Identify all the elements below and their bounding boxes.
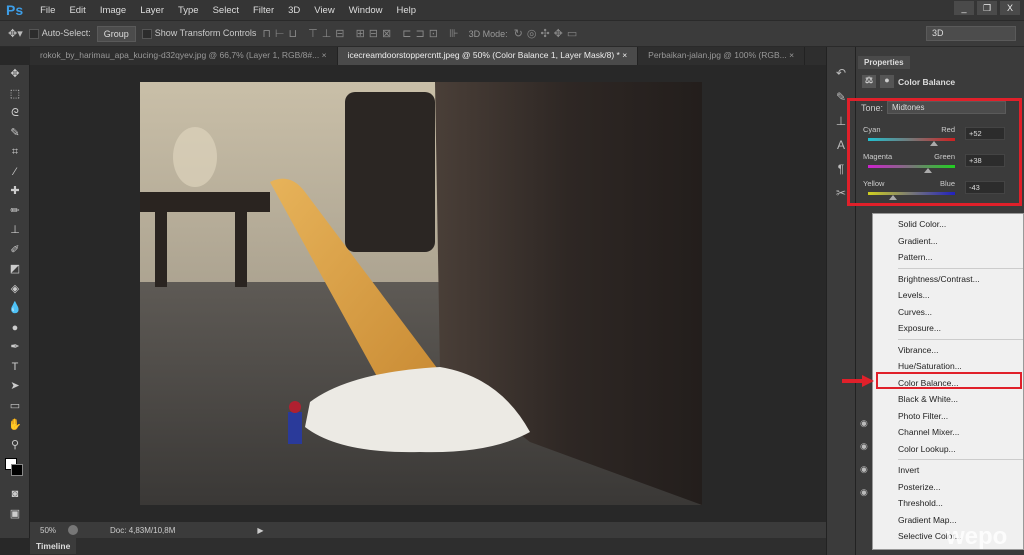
layer-visibility-eye-icon[interactable]: ◉: [860, 441, 868, 452]
marquee-tool-icon[interactable]: ⬚: [0, 85, 30, 105]
menu-file[interactable]: File: [33, 5, 62, 16]
menu-item-threshold[interactable]: Threshold...: [873, 495, 1023, 512]
show-transform-checkbox[interactable]: Show Transform Controls: [141, 28, 256, 39]
menu-item-vibrance[interactable]: Vibrance...: [873, 342, 1023, 359]
stamp-tool-icon[interactable]: ⊥: [0, 221, 30, 241]
menu-filter[interactable]: Filter: [246, 5, 281, 16]
layer-visibility-eye-icon[interactable]: ◉: [860, 418, 868, 429]
timeline-panel: Timeline: [30, 538, 826, 555]
blur-tool-icon[interactable]: 💧: [0, 299, 30, 319]
photoshop-logo: Ps: [6, 2, 24, 18]
type-tool-icon[interactable]: T: [0, 358, 30, 378]
workspace-dropdown[interactable]: 3D: [926, 26, 1016, 41]
brush-tool-icon[interactable]: ✏: [0, 202, 30, 222]
document-image[interactable]: [140, 82, 702, 505]
menu-edit[interactable]: Edit: [62, 5, 92, 16]
adjustment-header: ⚖ ● Color Balance: [862, 73, 1022, 90]
layer-mask-icon[interactable]: ●: [880, 75, 894, 88]
menu-separator: [898, 267, 1023, 269]
paint-bucket-icon[interactable]: ◈: [0, 280, 30, 300]
menu-item-posterize[interactable]: Posterize...: [873, 479, 1023, 496]
watermark-logo: wepo: [946, 523, 1008, 550]
red-arrow-icon: [842, 375, 874, 387]
menu-image[interactable]: Image: [93, 5, 133, 16]
align-icons[interactable]: ⊓⊢⊔ ⊤⊥⊟ ⊞⊟⊠ ⊏⊐⊡ ⊪: [262, 27, 462, 40]
menu-item-invert[interactable]: Invert: [873, 462, 1023, 479]
status-menu-arrow[interactable]: ▶: [257, 526, 263, 535]
menu-item-solid-color[interactable]: Solid Color...: [873, 216, 1023, 233]
quick-mask-icon[interactable]: ◙: [0, 485, 30, 505]
pen-tool-icon[interactable]: ✒: [0, 338, 30, 358]
lasso-tool-icon[interactable]: ᘓ: [0, 104, 30, 124]
menu-separator: [898, 338, 1023, 340]
3d-mode-icons[interactable]: ↻◎✣✥▭: [514, 27, 582, 40]
layer-visibility-eye-icon[interactable]: ◉: [860, 464, 868, 475]
move-tool-icon[interactable]: ✥: [0, 65, 30, 85]
adjustment-title: Color Balance: [898, 76, 956, 87]
eyedropper-tool-icon[interactable]: ⁄: [0, 163, 30, 183]
properties-tab[interactable]: Properties: [858, 56, 910, 69]
menu-3d[interactable]: 3D: [281, 5, 307, 16]
menu-view[interactable]: View: [307, 5, 341, 16]
menu-item-exposure[interactable]: Exposure...: [873, 320, 1023, 337]
close-tab-icon[interactable]: ×: [322, 50, 327, 60]
menu-item-brightness-contrast[interactable]: Brightness/Contrast...: [873, 271, 1023, 288]
color-swatches[interactable]: [0, 455, 30, 485]
minimize-button[interactable]: _: [954, 1, 974, 15]
close-tab-icon[interactable]: ×: [789, 50, 794, 60]
menu-item-pattern[interactable]: Pattern...: [873, 249, 1023, 266]
menu-select[interactable]: Select: [206, 5, 246, 16]
menu-item-gradient[interactable]: Gradient...: [873, 233, 1023, 250]
eraser-tool-icon[interactable]: ◩: [0, 260, 30, 280]
zoom-tool-icon[interactable]: ⚲: [0, 436, 30, 456]
menu-bar: Ps File Edit Image Layer Type Select Filter 3D V…: [0, 0, 1024, 20]
auto-select-checkbox[interactable]: Auto-Select:: [28, 28, 91, 39]
timeline-tab[interactable]: Timeline: [30, 538, 77, 554]
shape-tool-icon[interactable]: ▭: [0, 397, 30, 417]
healing-tool-icon[interactable]: ✚: [0, 182, 30, 202]
tab-icecream[interactable]: icecreamdoorstoppercntt.jpeg @ 50% (Colo…: [337, 47, 639, 65]
auto-select-dropdown[interactable]: Group: [96, 25, 136, 42]
status-bar: 50% Doc: 4,83M/10,8M ▶: [30, 522, 826, 538]
menu-item-levels[interactable]: Levels...: [873, 287, 1023, 304]
menu-item-photo-filter[interactable]: Photo Filter...: [873, 408, 1023, 425]
highlight-box-menu-item: [876, 372, 1022, 389]
close-button[interactable]: X: [1000, 1, 1020, 15]
screen-mode-icon[interactable]: ▣: [0, 505, 30, 525]
menu-window[interactable]: Window: [342, 5, 390, 16]
quick-select-tool-icon[interactable]: ✎: [0, 124, 30, 144]
doc-size: Doc: 4,83M/10,8M: [110, 525, 176, 535]
crop-tool-icon[interactable]: ⌗: [0, 143, 30, 163]
document-tabs: rokok_by_harimau_apa_kucing-d32qyev.jpg …: [30, 47, 826, 65]
menu-item-channel-mixer[interactable]: Channel Mixer...: [873, 424, 1023, 441]
menu-item-black-white[interactable]: Black & White...: [873, 391, 1023, 408]
close-tab-icon[interactable]: ×: [622, 50, 627, 60]
menu-help[interactable]: Help: [390, 5, 424, 16]
tab-perbaikan[interactable]: Perbaikan-jalan.jpg @ 100% (RGB... ×: [638, 47, 806, 65]
layer-visibility-eye-icon[interactable]: ◉: [860, 487, 868, 498]
layers-panel-partial: ◉ ◉ ◉ ◉: [858, 300, 872, 550]
menu-type[interactable]: Type: [171, 5, 206, 16]
move-tool-icon[interactable]: ✥▾: [8, 27, 23, 40]
history-icon[interactable]: ↶: [827, 61, 855, 85]
3d-mode-label: 3D Mode:: [468, 28, 508, 39]
restore-button[interactable]: ❐: [977, 1, 997, 15]
highlight-box-properties: [847, 98, 1022, 206]
status-info-icon[interactable]: [68, 525, 79, 535]
tools-panel: ✥ ⬚ ᘓ ✎ ⌗ ⁄ ✚ ✏ ⊥ ✐ ◩ ◈ 💧 ● ✒ T ➤ ▭ ✋ ⚲ …: [0, 65, 30, 538]
window-controls: _ ❐ X: [954, 1, 1020, 15]
zoom-level[interactable]: 50%: [40, 526, 56, 535]
hand-tool-icon[interactable]: ✋: [0, 416, 30, 436]
path-select-icon[interactable]: ➤: [0, 377, 30, 397]
dodge-tool-icon[interactable]: ●: [0, 319, 30, 339]
menu-item-curves[interactable]: Curves...: [873, 304, 1023, 321]
history-brush-icon[interactable]: ✐: [0, 241, 30, 261]
balance-scale-icon[interactable]: ⚖: [862, 75, 876, 88]
menu-item-color-lookup[interactable]: Color Lookup...: [873, 441, 1023, 458]
menu-layer[interactable]: Layer: [133, 5, 171, 16]
tab-rokok[interactable]: rokok_by_harimau_apa_kucing-d32qyev.jpg …: [30, 47, 338, 65]
options-bar: ✥▾ Auto-Select: Group Show Transform Con…: [0, 20, 1024, 47]
menu-separator: [898, 459, 1023, 460]
